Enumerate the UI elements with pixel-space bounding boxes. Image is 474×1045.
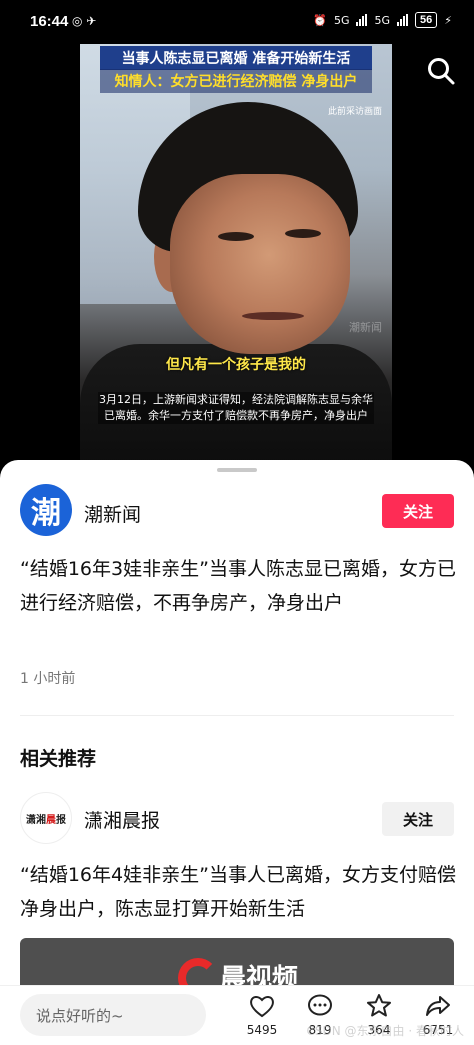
like-button[interactable]: 5495 bbox=[240, 992, 284, 1038]
status-bar: 16:44 ◎ ✈ ⏰ 5G 5G 56 ⚡ bbox=[0, 0, 474, 44]
related-post-title[interactable]: “结婚16年4娃非亲生”当事人已离婚，女方支付赔偿净身出户，陈志显打算开始新生活 bbox=[20, 858, 460, 926]
network-5g-label: 5G bbox=[333, 13, 350, 27]
video-subtitle: 但凡有一个孩子是我的 bbox=[166, 357, 306, 373]
comment-icon bbox=[308, 994, 332, 1016]
share-icon bbox=[426, 996, 450, 1016]
signal-icon bbox=[356, 14, 368, 26]
post-title: “结婚16年3娃非亲生”当事人陈志显已离婚，女方已进行经济赔偿，不再争房产，净身… bbox=[20, 558, 456, 614]
video-frame[interactable]: 当事人陈志显已离婚 准备开始新生活 知情人：女方已进行经济赔偿 净身出户 此前采… bbox=[80, 44, 392, 464]
video-caption: 3月12日，上游新闻求证得知，经法院调解陈志显与余华已离婚。余华一方支付了赔偿款… bbox=[98, 392, 374, 424]
star-icon bbox=[367, 994, 391, 1017]
search-icon[interactable] bbox=[426, 56, 456, 86]
related-source-name[interactable]: 潇湘晨报 bbox=[84, 806, 160, 833]
status-right-icons: ⏰ 5G 5G 56 ⚡ bbox=[313, 12, 452, 28]
related-section-title: 相关推荐 bbox=[20, 748, 97, 770]
alarm-icon: ⏰ bbox=[313, 13, 327, 27]
corner-watermark: CSDN @东东自由 · 春秋时人 bbox=[306, 1024, 464, 1038]
post-time: 1 小时前 bbox=[20, 671, 76, 687]
video-headline: 当事人陈志显已离婚 准备开始新生活 bbox=[100, 46, 372, 70]
signal-icon-2 bbox=[397, 14, 409, 26]
heart-icon bbox=[250, 996, 274, 1018]
video-player[interactable]: 当事人陈志显已离婚 准备开始新生活 知情人：女方已进行经济赔偿 净身出户 此前采… bbox=[0, 44, 474, 464]
video-watermark: 潮新闻 bbox=[349, 321, 382, 334]
battery-level: 56 bbox=[415, 12, 438, 28]
status-time: 16:44 bbox=[30, 13, 69, 30]
like-count: 5495 bbox=[246, 1023, 278, 1037]
related-follow-button[interactable]: 关注 bbox=[382, 802, 454, 836]
follow-button[interactable]: 关注 bbox=[382, 494, 454, 528]
charging-icon: ⚡ bbox=[444, 13, 452, 27]
divider bbox=[20, 715, 454, 716]
related-source-avatar[interactable]: 潇湘晨报 bbox=[20, 792, 72, 844]
source-name[interactable]: 潮新闻 bbox=[84, 500, 141, 527]
archive-footage-tag: 此前采访画面 bbox=[327, 107, 382, 117]
detail-sheet: 潮 潮新闻 关注 “结婚16年3娃非亲生”当事人陈志显已离婚，女方已进行经济赔偿… bbox=[0, 460, 474, 1045]
comment-input[interactable]: 说点好听的~ bbox=[20, 994, 206, 1036]
source-avatar[interactable]: 潮 bbox=[20, 484, 72, 536]
video-subheadline: 知情人：女方已进行经济赔偿 净身出户 bbox=[100, 69, 372, 93]
network-5g-label-2: 5G bbox=[374, 13, 391, 27]
status-notification-icons: ◎ ✈ bbox=[72, 14, 97, 28]
sheet-drag-handle[interactable] bbox=[217, 468, 257, 472]
